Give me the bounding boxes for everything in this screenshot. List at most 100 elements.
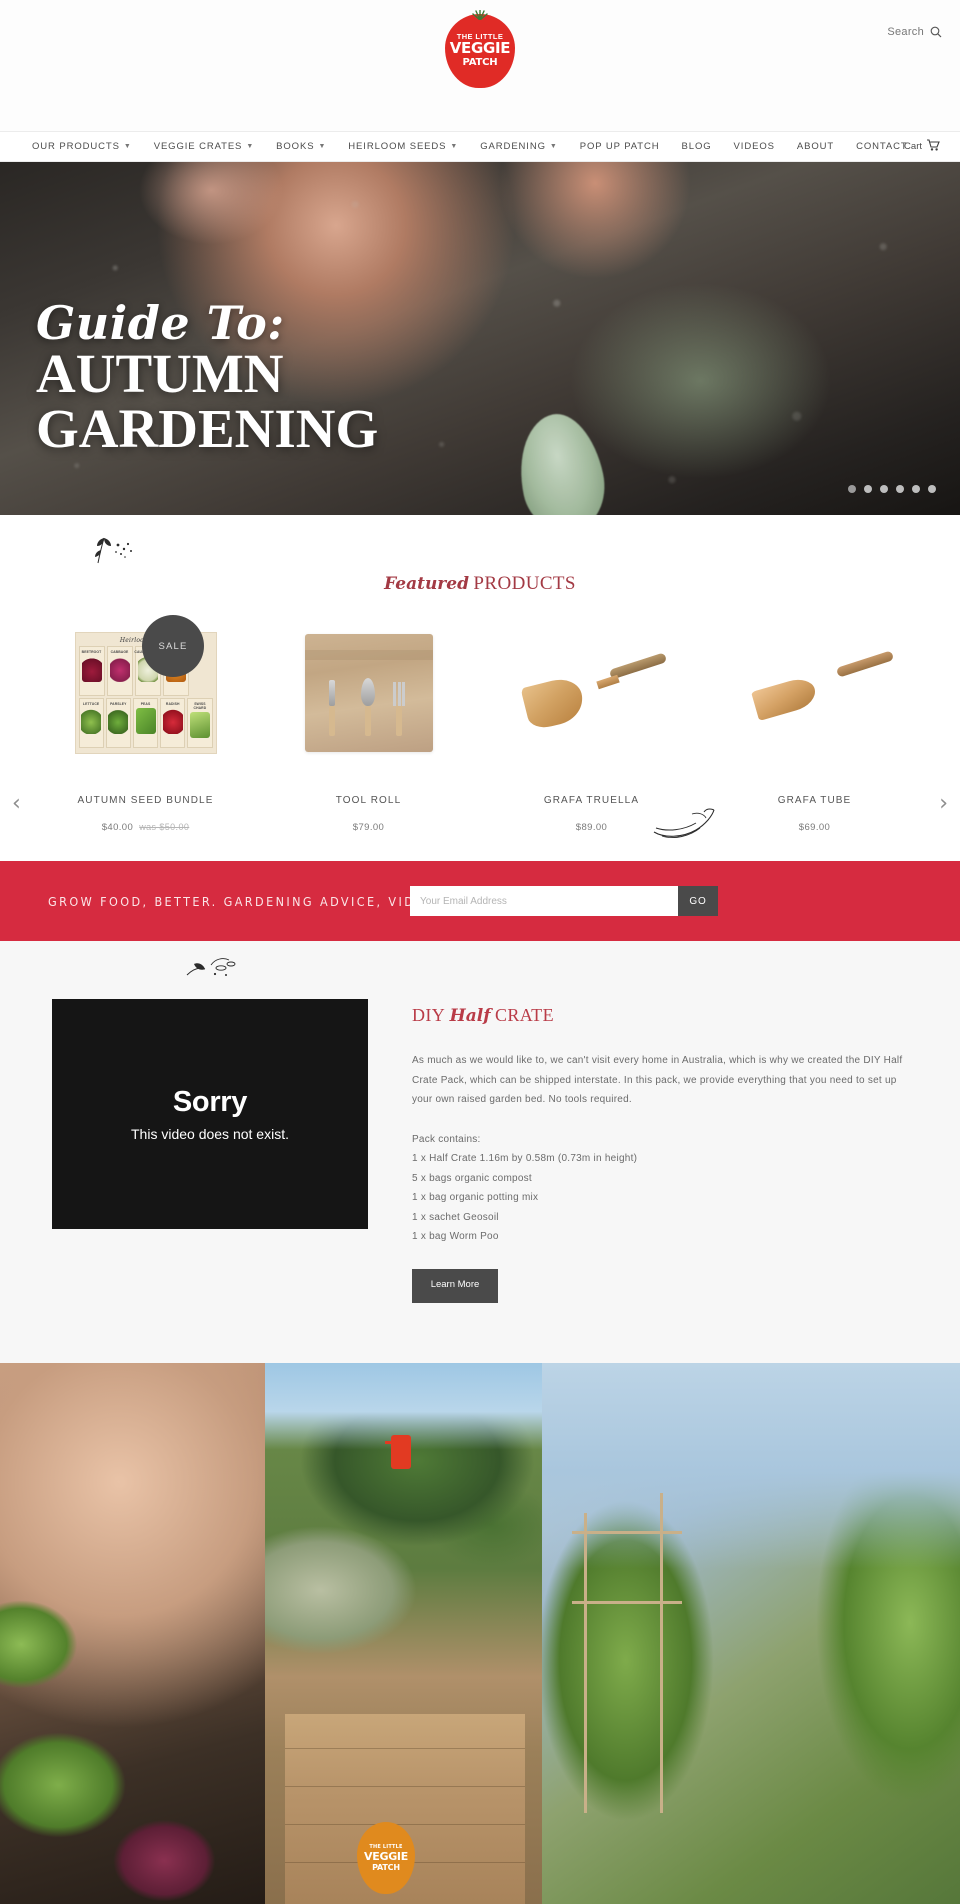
sale-badge: SALE bbox=[142, 615, 204, 677]
product-name: GRAFA TUBE bbox=[777, 795, 852, 806]
crate-text-column: DIY Half CRATE As much as we would like … bbox=[412, 999, 908, 1303]
nav-label: GARDENING bbox=[480, 141, 546, 152]
diy-half-crate-section: Sorry This video does not exist. DIY Hal… bbox=[0, 941, 960, 1363]
product-image bbox=[257, 623, 480, 763]
product-card[interactable]: TOOL ROLL $79.00 bbox=[257, 623, 480, 833]
crate-title-prefix: DIY bbox=[412, 1005, 446, 1025]
product-carousel: ‹ › Heirloom Seeds BEETROOT CABBAGE CAUL… bbox=[0, 615, 960, 833]
nav-item-pop-up-patch[interactable]: POP UP PATCH bbox=[569, 141, 671, 152]
product-name: AUTUMN SEED BUNDLE bbox=[77, 795, 214, 806]
hero-line-2: GARDENING bbox=[36, 398, 379, 459]
product-card[interactable]: GRAFA TUBE $69.00 bbox=[703, 623, 926, 833]
nav-item-videos[interactable]: VIDEOS bbox=[723, 141, 786, 152]
hand-tool-knife bbox=[328, 680, 335, 736]
crate-title-suffix: CRATE bbox=[494, 1005, 554, 1025]
nav-label: CONTACT bbox=[856, 141, 908, 152]
nav-item-gardening[interactable]: GARDENING ▼ bbox=[469, 141, 568, 152]
brass-trowel-image bbox=[517, 647, 667, 739]
featured-title-serif: PRODUCTS bbox=[473, 573, 576, 594]
product-price: $79.00 bbox=[352, 822, 385, 833]
site-logo[interactable]: THE LITTLE VEGGIE PATCH bbox=[443, 9, 517, 90]
logo-line-3: PATCH bbox=[462, 57, 498, 69]
video-player[interactable]: Sorry This video does not exist. bbox=[52, 999, 368, 1229]
image-strip: THE LITTLE VEGGIE PATCH bbox=[0, 1362, 960, 1904]
nav-item-blog[interactable]: BLOG bbox=[671, 141, 723, 152]
pack-item: 1 x bag Worm Poo bbox=[412, 1231, 499, 1242]
site-header: Search THE LITTLE VEGGIE PATCH bbox=[0, 0, 960, 131]
seed-packet: PEAS bbox=[132, 698, 159, 748]
nav-label: BOOKS bbox=[276, 141, 315, 152]
slider-dot-3[interactable] bbox=[880, 485, 888, 493]
crate-logo-line-3: PATCH bbox=[372, 1862, 400, 1872]
newsletter-form: GO bbox=[410, 886, 718, 916]
seed-packet: RADISH bbox=[160, 698, 186, 748]
search-icon[interactable] bbox=[930, 26, 942, 38]
homepage: Search THE LITTLE VEGGIE PATCH OUR PRODU… bbox=[0, 0, 960, 1904]
slider-dot-2[interactable] bbox=[864, 485, 872, 493]
cart-button[interactable]: Cart bbox=[904, 139, 940, 154]
video-error-title: Sorry bbox=[172, 1086, 248, 1118]
product-was-price: was $50.00 bbox=[139, 822, 190, 832]
slider-dots bbox=[848, 485, 936, 493]
seed-packet: CABBAGE bbox=[106, 646, 133, 696]
product-card[interactable]: Heirloom Seeds BEETROOT CABBAGE CAULIFLO… bbox=[34, 615, 257, 833]
crate-description: As much as we would like to, we can't vi… bbox=[412, 1055, 903, 1105]
main-navigation: OUR PRODUCTS ▼ VEGGIE CRATES ▼ BOOKS ▼ HEIR… bbox=[0, 131, 960, 162]
crate-brand-logo: THE LITTLE VEGGIE PATCH bbox=[357, 1821, 415, 1894]
seed-doodle-icon bbox=[185, 955, 241, 986]
nav-item-our-products[interactable]: OUR PRODUCTS ▼ bbox=[18, 141, 143, 152]
hero-line-1: AUTUMN bbox=[36, 343, 284, 404]
nav-label: POP UP PATCH bbox=[579, 141, 660, 152]
crate-title: DIY Half CRATE bbox=[412, 1005, 908, 1026]
hero-script-line: Guide To: bbox=[36, 296, 285, 350]
product-image bbox=[480, 623, 703, 763]
nav-item-heirloom-seeds[interactable]: HEIRLOOM SEEDS ▼ bbox=[337, 141, 469, 152]
chevron-down-icon: ▼ bbox=[450, 143, 459, 150]
seed-row: LETTUCE PARSLEY PEAS RADISH SWISS CHARD bbox=[78, 698, 213, 748]
raised-garden-bed-crate-image[interactable]: THE LITTLE VEGGIE PATCH bbox=[265, 1362, 542, 1904]
pack-item: 1 x bag organic potting mix bbox=[412, 1192, 539, 1203]
nav-item-veggie-crates[interactable]: VEGGIE CRATES ▼ bbox=[143, 141, 265, 152]
nav-items: OUR PRODUCTS ▼ VEGGIE CRATES ▼ BOOKS ▼ HEIR… bbox=[18, 141, 919, 152]
featured-title-script: Featured bbox=[384, 574, 469, 594]
rooftop-city-garden-image[interactable] bbox=[542, 1362, 960, 1904]
pack-item: 5 x bags organic compost bbox=[412, 1172, 532, 1184]
nav-item-about[interactable]: ABOUT bbox=[786, 141, 845, 152]
sprig-doodle-icon bbox=[88, 533, 144, 570]
email-input[interactable] bbox=[410, 886, 678, 916]
search-button[interactable]: Search bbox=[887, 26, 942, 38]
copper-tube-trowel-image bbox=[740, 647, 894, 739]
featured-title: Featured PRODUCTS bbox=[0, 573, 960, 595]
product-image: Heirloom Seeds BEETROOT CABBAGE CAULIFLO… bbox=[34, 615, 257, 763]
hand-tool-fork bbox=[392, 682, 405, 736]
product-price: $40.00 bbox=[101, 822, 134, 833]
product-name: TOOL ROLL bbox=[335, 795, 402, 806]
nav-item-books[interactable]: BOOKS ▼ bbox=[265, 141, 337, 152]
crate-content: Sorry This video does not exist. DIY Hal… bbox=[0, 999, 960, 1303]
nav-label: VEGGIE CRATES bbox=[153, 141, 243, 152]
hands-planting-seedling-image[interactable] bbox=[0, 1362, 265, 1904]
slider-dot-1[interactable] bbox=[848, 485, 856, 493]
tomato-stem-icon bbox=[471, 7, 489, 25]
nav-label: BLOG bbox=[681, 141, 712, 152]
chevron-down-icon: ▼ bbox=[123, 143, 132, 150]
wooden-crate-front: THE LITTLE VEGGIE PATCH bbox=[285, 1713, 525, 1904]
slider-dot-4[interactable] bbox=[896, 485, 904, 493]
hand-tool-trowel bbox=[360, 678, 375, 736]
pack-item: 1 x sachet Geosoil bbox=[412, 1211, 499, 1223]
pack-heading: Pack contains: bbox=[412, 1133, 481, 1145]
chevron-right-icon[interactable]: › bbox=[939, 793, 948, 815]
video-error-message: This video does not exist. bbox=[131, 1126, 289, 1142]
chevron-left-icon[interactable]: ‹ bbox=[12, 793, 21, 815]
slider-dot-6[interactable] bbox=[928, 485, 936, 493]
learn-more-button[interactable]: Learn More bbox=[412, 1268, 498, 1303]
slider-dot-5[interactable] bbox=[912, 485, 920, 493]
chevron-down-icon: ▼ bbox=[318, 143, 327, 150]
product-price: $69.00 bbox=[798, 822, 831, 833]
pack-item: 1 x Half Crate 1.16m by 0.58m (0.73m in … bbox=[412, 1153, 638, 1164]
nav-label: HEIRLOOM SEEDS bbox=[348, 141, 447, 152]
logo-line-2: VEGGIE bbox=[449, 39, 511, 58]
newsletter-signup-bar: GROW FOOD, BETTER. GARDENING ADVICE, VID… bbox=[0, 861, 960, 941]
newsletter-submit-button[interactable]: GO bbox=[678, 886, 718, 916]
seed-packet: SWISS CHARD bbox=[187, 698, 213, 748]
